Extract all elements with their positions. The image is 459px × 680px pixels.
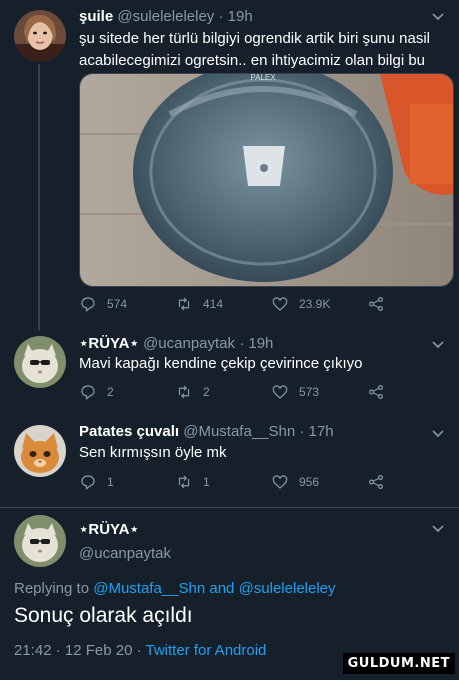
retweet-count: 414 [203, 297, 224, 311]
timestamp[interactable]: 21:42 · 12 Feb 20 · [14, 642, 142, 659]
watermark-logo: GULDUM.NET [342, 653, 455, 674]
tweet-header: şuile @suleleleleleу · 19h [79, 8, 253, 25]
tweet-meta: 21:42 · 12 Feb 20 · Twitter for Android [14, 642, 266, 659]
user-handle[interactable]: @suleleleleleу [117, 8, 214, 25]
chevron-down-icon[interactable] [431, 427, 445, 442]
share-icon [369, 475, 383, 489]
divider [0, 507, 459, 508]
chevron-down-icon[interactable] [431, 10, 445, 25]
display-name[interactable]: ⋆RÜYA⋆ [79, 335, 139, 352]
display-name[interactable]: şuile [79, 8, 113, 25]
tweet-header: Patates çuvalı @Mustafa__Shn · 17h [79, 423, 334, 440]
separator-dot: · [239, 335, 245, 352]
tweet-time[interactable]: 17h [309, 423, 334, 440]
source-link[interactable]: Twitter for Android [146, 642, 267, 659]
tweet-media[interactable]: PALEX [79, 73, 454, 287]
focused-tweet-text: Sonuç olarak açıldı [14, 604, 193, 627]
like-count: 23.9K [299, 297, 331, 311]
display-name[interactable]: ⋆RÜYA⋆ [79, 521, 139, 538]
reply-mention-2[interactable]: @suleleleleleу [239, 580, 336, 597]
tweet-header: ⋆RÜYA⋆ @ucanpaytak · 19h [79, 334, 273, 352]
retweet-icon [178, 297, 190, 311]
reply-count: 1 [107, 475, 114, 489]
like-icon [272, 385, 288, 399]
share-icon [369, 297, 383, 311]
avatar-suile[interactable] [14, 10, 66, 62]
like-button[interactable]: 573 [271, 383, 319, 401]
retweet-count: 1 [203, 475, 210, 489]
reply-icon [81, 385, 95, 400]
replying-to: Replying to @Mustafa__Shn and @sulelelel… [14, 580, 336, 597]
retweet-button[interactable]: 414 [175, 295, 223, 313]
reply-and: and [209, 580, 235, 597]
reply-button[interactable]: 574 [79, 295, 127, 313]
tweet-time[interactable]: 19h [248, 335, 273, 352]
focused-handle[interactable]: @ucanpaytak [79, 545, 171, 562]
retweet-button[interactable]: 2 [175, 383, 210, 401]
chevron-down-icon[interactable] [431, 522, 445, 537]
focused-name[interactable]: ⋆RÜYA⋆ [79, 520, 139, 538]
retweet-icon [178, 385, 190, 399]
tweet-actions: 1 1 956 [79, 473, 439, 493]
media-image: PALEX [80, 74, 453, 286]
reply-mention-1[interactable]: @Mustafa__Shn [93, 580, 205, 597]
like-count: 573 [299, 385, 320, 399]
separator-dot: · [299, 423, 305, 440]
tweet-text: Mavi kapağı kendine çekip çevirince çıkı… [79, 355, 363, 372]
tweet-text: şu sitede her türlü bilgiyi ogrendik art… [79, 30, 431, 69]
like-button[interactable]: 23.9K [271, 295, 330, 313]
user-handle[interactable]: @ucanpaytak [79, 545, 171, 562]
reply-button[interactable]: 2 [79, 383, 114, 401]
reply-icon [81, 475, 95, 490]
share-button[interactable] [367, 383, 385, 401]
retweet-icon [178, 475, 190, 489]
reply-icon [81, 297, 95, 312]
share-icon [369, 385, 383, 399]
user-handle[interactable]: @Mustafa__Shn [183, 423, 295, 440]
like-button[interactable]: 956 [271, 473, 319, 491]
tweet-time[interactable]: 19h [228, 8, 253, 25]
share-button[interactable] [367, 473, 385, 491]
reply-count: 2 [107, 385, 114, 399]
share-button[interactable] [367, 295, 385, 313]
like-count: 956 [299, 475, 320, 489]
avatar-ruya[interactable] [14, 515, 66, 567]
replying-prefix: Replying to [14, 580, 90, 597]
avatar-ruya[interactable] [14, 336, 66, 388]
thread-line [38, 64, 40, 330]
display-name[interactable]: Patates çuvalı [79, 423, 179, 440]
retweet-button[interactable]: 1 [175, 473, 210, 491]
tweet-actions: 574 414 23.9K [79, 295, 439, 315]
chevron-down-icon[interactable] [431, 338, 445, 353]
tweet-actions: 2 2 573 [79, 383, 439, 403]
avatar-patates[interactable] [14, 425, 66, 477]
like-icon [272, 475, 288, 489]
separator-dot: · [218, 8, 224, 25]
reply-button[interactable]: 1 [79, 473, 114, 491]
retweet-count: 2 [203, 385, 210, 399]
tweet-text: Sen kırmışsın öyle mk [79, 444, 227, 461]
like-icon [272, 297, 288, 311]
reply-count: 574 [107, 297, 128, 311]
user-handle[interactable]: @ucanpaytak [143, 335, 235, 352]
media-brand: PALEX [250, 74, 276, 82]
